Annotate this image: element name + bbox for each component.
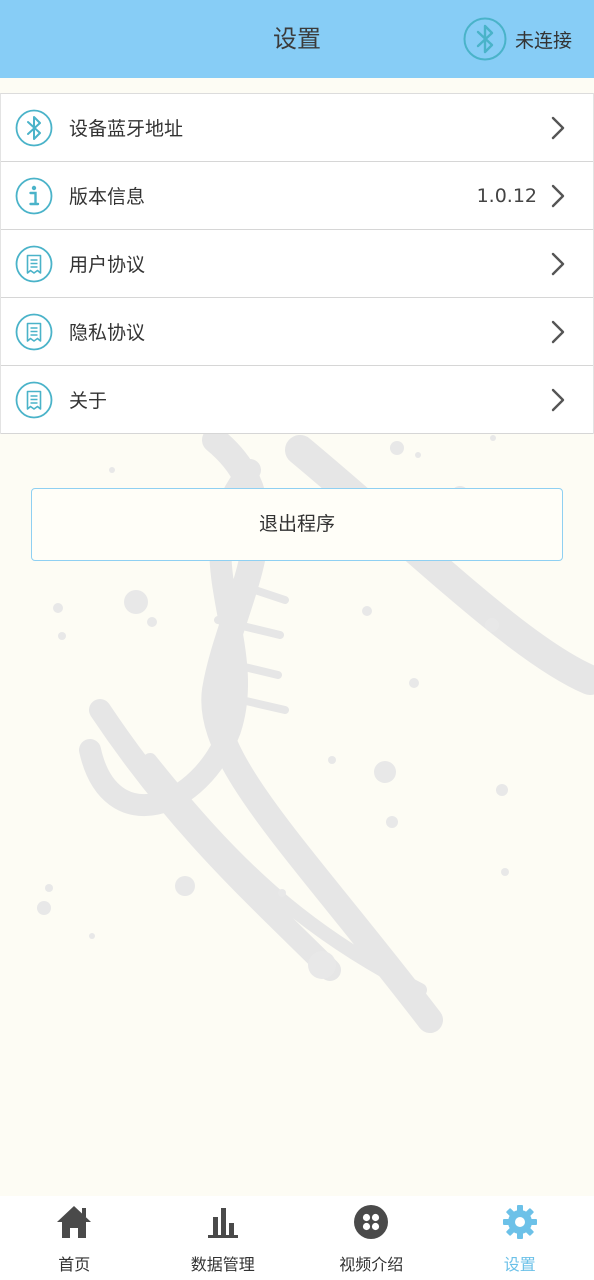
- chevron-right-icon: [551, 388, 565, 411]
- version-number: 1.0.12: [476, 184, 537, 207]
- settings-item-label: 用户协议: [69, 254, 146, 276]
- gear-icon: [502, 1205, 537, 1239]
- chevron-right-icon: [551, 184, 565, 207]
- chevron-right-icon: [551, 116, 565, 139]
- settings-item-version[interactable]: 版本信息 1.0.12: [1, 162, 593, 230]
- settings-item-label: 隐私协议: [69, 322, 146, 344]
- settings-item-bluetooth-address[interactable]: 设备蓝牙地址: [1, 94, 593, 162]
- chevron-right-icon: [551, 252, 565, 275]
- exit-app-button[interactable]: 退出程序: [31, 488, 563, 561]
- tab-home[interactable]: 首页: [0, 1196, 149, 1280]
- bluetooth-icon: [15, 109, 53, 146]
- bluetooth-icon: [463, 17, 507, 61]
- settings-item-about[interactable]: 关于: [1, 366, 593, 434]
- settings-item-label: 版本信息: [69, 186, 146, 208]
- settings-item-label: 设备蓝牙地址: [69, 118, 184, 140]
- tab-data-management[interactable]: 数据管理: [149, 1196, 298, 1280]
- tab-video-intro[interactable]: 视频介绍: [297, 1196, 446, 1280]
- tab-label: 视频介绍: [339, 1255, 404, 1274]
- home-icon: [57, 1206, 92, 1238]
- video-dots-icon: [354, 1205, 389, 1239]
- settings-item-label: 关于: [69, 390, 108, 412]
- chevron-right-icon: [551, 320, 565, 343]
- bluetooth-status[interactable]: 未连接: [463, 15, 572, 63]
- bar-chart-icon: [207, 1208, 238, 1238]
- settings-item-user-agreement[interactable]: 用户协议: [1, 230, 593, 298]
- settings-item-privacy-policy[interactable]: 隐私协议: [1, 298, 593, 366]
- tab-label: 数据管理: [190, 1255, 255, 1274]
- settings-list: 设备蓝牙地址 版本信息 1.0.12 用户协议 隐私协议 关于: [0, 93, 594, 434]
- document-icon: [15, 381, 53, 418]
- tab-settings[interactable]: 设置: [446, 1196, 594, 1280]
- header-bar: 设置 未连接: [0, 0, 594, 78]
- tab-label: 首页: [58, 1255, 91, 1274]
- document-icon: [15, 313, 53, 350]
- tab-label: 设置: [503, 1255, 536, 1274]
- document-icon: [15, 245, 53, 282]
- bottom-tab-bar: 首页 数据管理 视频介绍 设置: [0, 1196, 594, 1280]
- bluetooth-status-label: 未连接: [514, 29, 572, 52]
- info-icon: [15, 177, 53, 214]
